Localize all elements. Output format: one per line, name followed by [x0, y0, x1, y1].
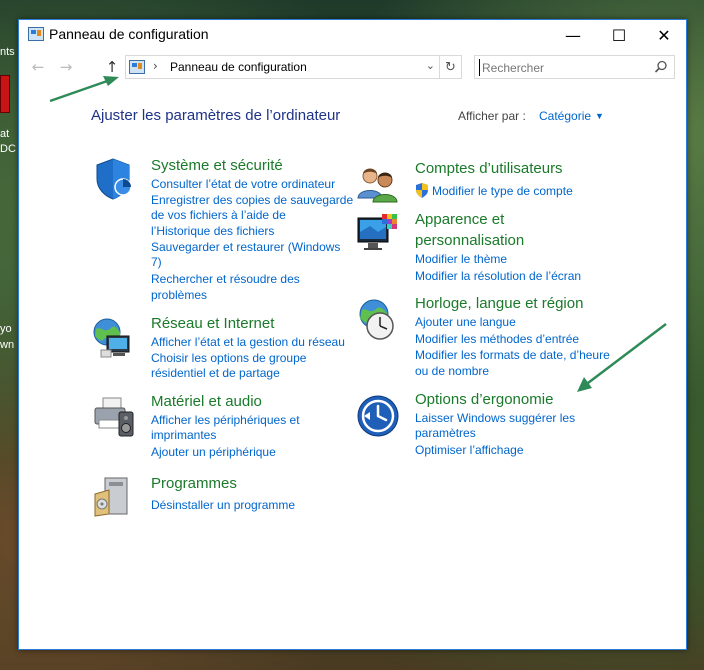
- link-change-account-type[interactable]: Modifier le type de compte: [432, 184, 573, 200]
- link-troubleshoot[interactable]: Rechercher et résoudre des: [151, 272, 300, 288]
- page-title: Ajuster les paramètres de l’ordinateur: [91, 107, 341, 124]
- desktop-icon-fragment[interactable]: [0, 75, 10, 113]
- category-title-accounts[interactable]: Comptes d’utilisateurs: [415, 159, 563, 179]
- refresh-icon[interactable]: ↻: [439, 56, 461, 78]
- breadcrumb-control-panel[interactable]: Panneau de configuration: [170, 60, 307, 74]
- category-title-clock[interactable]: Horloge, langue et région: [415, 294, 583, 314]
- chevron-down-icon[interactable]: ⌄: [426, 59, 435, 72]
- search-icon[interactable]: [654, 60, 668, 74]
- link-uninstall-program[interactable]: Désinstaller un programme: [151, 498, 295, 514]
- link-date-formats[interactable]: ou de nombre: [415, 364, 489, 380]
- search-box[interactable]: [474, 55, 675, 79]
- caret-down-icon[interactable]: ▼: [595, 111, 604, 121]
- desktop-text: at: [0, 128, 10, 140]
- link-devices-printers[interactable]: Afficher les périphériques et: [151, 413, 300, 429]
- link-windows-suggest[interactable]: paramètres: [415, 426, 476, 442]
- link-screen-resolution[interactable]: Modifier la résolution de l’écran: [415, 269, 581, 285]
- window-title: Panneau de configuration: [49, 26, 209, 42]
- link-change-theme[interactable]: Modifier le thème: [415, 252, 507, 268]
- link-save-backup[interactable]: Enregistrer des copies de sauvegarde: [151, 193, 353, 209]
- link-save-backup[interactable]: de vos fichiers à l’aide de: [151, 208, 286, 224]
- programs-box-icon[interactable]: [91, 474, 135, 518]
- users-icon[interactable]: [356, 162, 400, 206]
- up-arrow-icon[interactable]: ↑: [101, 56, 123, 78]
- category-title-ease-of-access[interactable]: Options d’ergonomie: [415, 390, 553, 410]
- link-windows-suggest[interactable]: Laisser Windows suggérer les: [415, 411, 575, 427]
- view-by-label: Afficher par :: [458, 109, 526, 123]
- network-globe-icon[interactable]: [91, 316, 135, 360]
- breadcrumb-separator-icon[interactable]: ›: [153, 59, 158, 73]
- printer-icon[interactable]: [91, 394, 135, 438]
- category-title-appearance[interactable]: Apparence et: [415, 210, 504, 230]
- link-devices-printers[interactable]: imprimantes: [151, 428, 216, 444]
- link-check-status[interactable]: Consulter l’état de votre ordinateur: [151, 177, 335, 193]
- desktop-text: yo: [0, 323, 12, 335]
- maximize-button[interactable]: ☐: [596, 20, 642, 50]
- shield-icon[interactable]: [91, 157, 135, 201]
- category-title-network[interactable]: Réseau et Internet: [151, 314, 274, 334]
- view-by-value[interactable]: Catégorie: [539, 109, 591, 123]
- link-add-language[interactable]: Ajouter une langue: [415, 315, 516, 331]
- address-bar[interactable]: › Panneau de configuration ⌄ ↻: [125, 55, 462, 79]
- ease-of-access-icon[interactable]: [356, 394, 400, 438]
- desktop-text: wn: [0, 339, 15, 351]
- link-homegroup[interactable]: Choisir les options de groupe: [151, 351, 306, 367]
- title-bar[interactable]: Panneau de configuration — ☐ ✕: [19, 20, 686, 50]
- control-panel-icon: [28, 27, 44, 41]
- link-save-backup[interactable]: l’Historique des fichiers: [151, 224, 274, 240]
- back-arrow-icon[interactable]: ←: [27, 56, 49, 78]
- search-input[interactable]: [479, 59, 649, 76]
- link-homegroup[interactable]: résidentiel et de partage: [151, 366, 280, 382]
- uac-shield-icon: [416, 183, 428, 198]
- category-title-programs[interactable]: Programmes: [151, 474, 237, 494]
- control-panel-window: Panneau de configuration — ☐ ✕ ← → ↑ › P…: [18, 19, 687, 650]
- category-title-security[interactable]: Système et sécurité: [151, 156, 283, 176]
- clock-globe-icon[interactable]: [356, 298, 400, 342]
- link-add-device[interactable]: Ajouter un périphérique: [151, 445, 276, 461]
- link-input-methods[interactable]: Modifier les méthodes d’entrée: [415, 332, 579, 348]
- minimize-button[interactable]: —: [550, 20, 596, 50]
- link-backup-restore[interactable]: Sauvegarder et restaurer (Windows: [151, 240, 340, 256]
- category-title-hardware[interactable]: Matériel et audio: [151, 392, 262, 412]
- link-date-formats[interactable]: Modifier les formats de date, d’heure: [415, 348, 610, 364]
- close-button[interactable]: ✕: [641, 20, 687, 50]
- link-network-status[interactable]: Afficher l’état et la gestion du réseau: [151, 335, 345, 351]
- desktop-text: nts: [0, 46, 15, 58]
- link-backup-restore[interactable]: 7): [151, 255, 162, 271]
- view-by-dropdown[interactable]: Catégorie ▼: [539, 109, 604, 123]
- monitor-palette-icon[interactable]: [356, 212, 400, 256]
- forward-arrow-icon[interactable]: →: [55, 56, 77, 78]
- navigation-bar: ← → ↑ › Panneau de configuration ⌄ ↻: [19, 53, 686, 81]
- category-title-appearance[interactable]: personnalisation: [415, 231, 524, 251]
- link-optimize-display[interactable]: Optimiser l’affichage: [415, 443, 524, 459]
- link-troubleshoot[interactable]: problèmes: [151, 288, 207, 304]
- control-panel-icon: [129, 60, 145, 74]
- desktop-text: DC: [0, 143, 16, 155]
